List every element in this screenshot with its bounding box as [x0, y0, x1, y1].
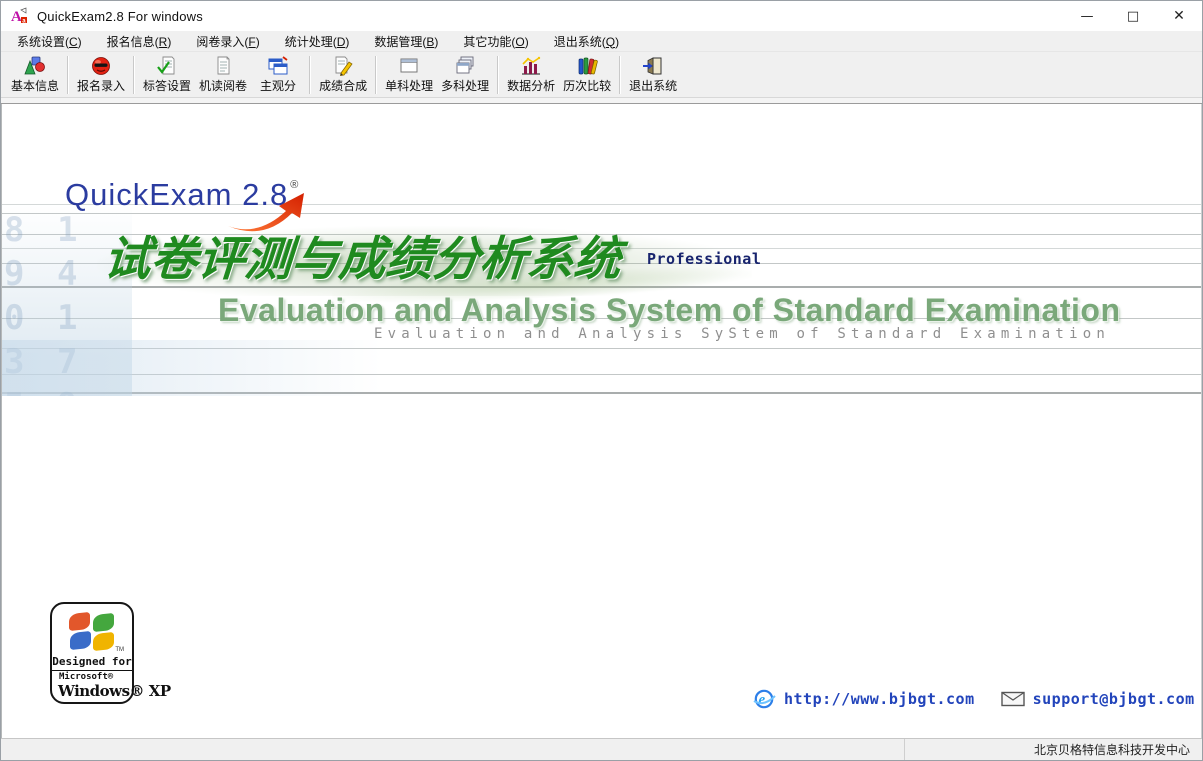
toolbar-label: 历次比较	[563, 78, 612, 93]
scan-grading-button[interactable]: 机读阅卷	[195, 54, 251, 96]
windows-xp-text: Windows® XP	[58, 682, 171, 700]
single-subject-icon	[400, 58, 418, 72]
score-compose-button[interactable]: 成绩合成	[315, 54, 371, 96]
toolbar-label: 标答设置	[143, 78, 192, 93]
windows-xp-badge: TM Designed for Microsoft® Windows® XP	[50, 602, 171, 704]
window-controls: — □ ✕	[1064, 1, 1202, 31]
data-analysis-button[interactable]: 数据分析	[503, 54, 559, 96]
toolbar-label: 退出系统	[629, 78, 678, 93]
toolbar-separator	[309, 55, 312, 94]
toolbar: 基本信息 报名录入 标答设置 机读阅卷 主观分 成绩合成 单科处理 多科处理 数…	[1, 51, 1202, 98]
toolbar-separator	[497, 55, 500, 94]
scan-grading-icon	[217, 56, 230, 74]
enroll-entry-icon	[92, 56, 110, 75]
basic-info-button[interactable]: 基本信息	[7, 54, 63, 96]
company-name: 北京贝格特信息科技开发中心	[1033, 743, 1190, 757]
menu-item-registration-info[interactable]: 报名信息(R)	[99, 31, 180, 52]
data-analysis-icon	[522, 56, 541, 75]
menu-item-data-management[interactable]: 数据管理(B)	[366, 31, 446, 52]
chinese-system-title: 试卷评测与成绩分析系统	[101, 232, 623, 287]
menu-item-exit-system[interactable]: 退出系统(Q)	[546, 31, 627, 52]
answer-key-icon	[157, 56, 175, 74]
title-bar: A a QuickExam2.8 For windows — □ ✕	[1, 1, 1202, 31]
app-window: A a QuickExam2.8 For windows — □ ✕ 系统设置(…	[0, 0, 1203, 761]
toolbar-separator	[133, 55, 136, 94]
menu-item-other-functions[interactable]: 其它功能(O)	[455, 31, 536, 52]
status-bar-panel: 北京贝格特信息科技开发中心	[904, 739, 1202, 760]
basic-info-icon	[24, 56, 45, 74]
score-compose-icon	[335, 56, 353, 76]
exit-system-icon	[643, 56, 662, 75]
subjective-score-icon	[268, 55, 288, 74]
email-address: support@bjbgt.com	[1032, 690, 1195, 708]
toolbar-label: 主观分	[260, 78, 297, 93]
windows-flag-icon: TM	[69, 611, 124, 653]
trademark-mark: TM	[115, 647, 124, 653]
close-button[interactable]: ✕	[1156, 1, 1202, 31]
multi-subject-icon	[456, 56, 474, 73]
badge-divider	[52, 670, 132, 671]
background-watermark-band	[2, 340, 382, 396]
toolbar-label: 基本信息	[11, 78, 60, 93]
app-icon: A a	[11, 7, 27, 25]
minimize-button[interactable]: —	[1064, 1, 1110, 31]
internet-explorer-icon: e	[753, 689, 776, 709]
toolbar-label: 报名录入	[77, 78, 126, 93]
toolbar-label: 机读阅卷	[199, 78, 248, 93]
menu-item-grading-entry[interactable]: 阅卷录入(F)	[188, 31, 267, 52]
edition-label: Professional	[647, 250, 762, 268]
email-link[interactable]: support@bjbgt.com	[1000, 690, 1195, 708]
menu-item-statistics[interactable]: 统计处理(D)	[277, 31, 358, 52]
subjective-score-button[interactable]: 主观分	[251, 54, 305, 96]
english-title-light: Evaluation and Analysis SyStem of Standa…	[374, 326, 1110, 342]
toolbar-label: 数据分析	[507, 78, 556, 93]
ruled-line	[2, 213, 1201, 214]
splash-content: 8 1 9 4 0 1 3 7 5 9 2 4 8 0 6 1 QuickExa…	[1, 104, 1202, 738]
english-title-bold: Evaluation and Analysis System of Standa…	[218, 292, 1121, 328]
multi-subject-button[interactable]: 多科处理	[437, 54, 493, 96]
history-compare-button[interactable]: 历次比较	[559, 54, 615, 96]
status-bar: 北京贝格特信息科技开发中心	[1, 738, 1202, 760]
footer-links: e http://www.bjbgt.com support@bjbgt.com	[752, 687, 1201, 711]
envelope-icon	[1000, 691, 1025, 707]
window-title: QuickExam2.8 For windows	[37, 8, 203, 24]
toolbar-label: 成绩合成	[319, 78, 368, 93]
toolbar-separator	[619, 55, 622, 94]
microsoft-text: Microsoft®	[59, 672, 114, 682]
svg-text:A: A	[11, 9, 22, 25]
toolbar-separator	[375, 55, 378, 94]
enroll-entry-button[interactable]: 报名录入	[73, 54, 129, 96]
website-url: http://www.bjbgt.com	[784, 690, 975, 708]
answer-key-button[interactable]: 标答设置	[139, 54, 195, 96]
single-subject-button[interactable]: 单科处理	[381, 54, 437, 96]
history-compare-icon	[578, 57, 598, 74]
designed-for-text: Designed for	[52, 655, 132, 668]
website-link[interactable]: e http://www.bjbgt.com	[752, 687, 975, 711]
exit-system-button[interactable]: 退出系统	[625, 54, 681, 96]
menu-item-system-settings[interactable]: 系统设置(C)	[9, 31, 90, 52]
toolbar-label: 多科处理	[441, 78, 490, 93]
svg-text:e: e	[759, 692, 766, 708]
toolbar-separator	[67, 55, 70, 94]
toolbar-label: 单科处理	[385, 78, 434, 93]
maximize-button[interactable]: □	[1110, 1, 1156, 31]
menu-bar: 系统设置(C) 报名信息(R) 阅卷录入(F) 统计处理(D) 数据管理(B) …	[1, 31, 1202, 51]
